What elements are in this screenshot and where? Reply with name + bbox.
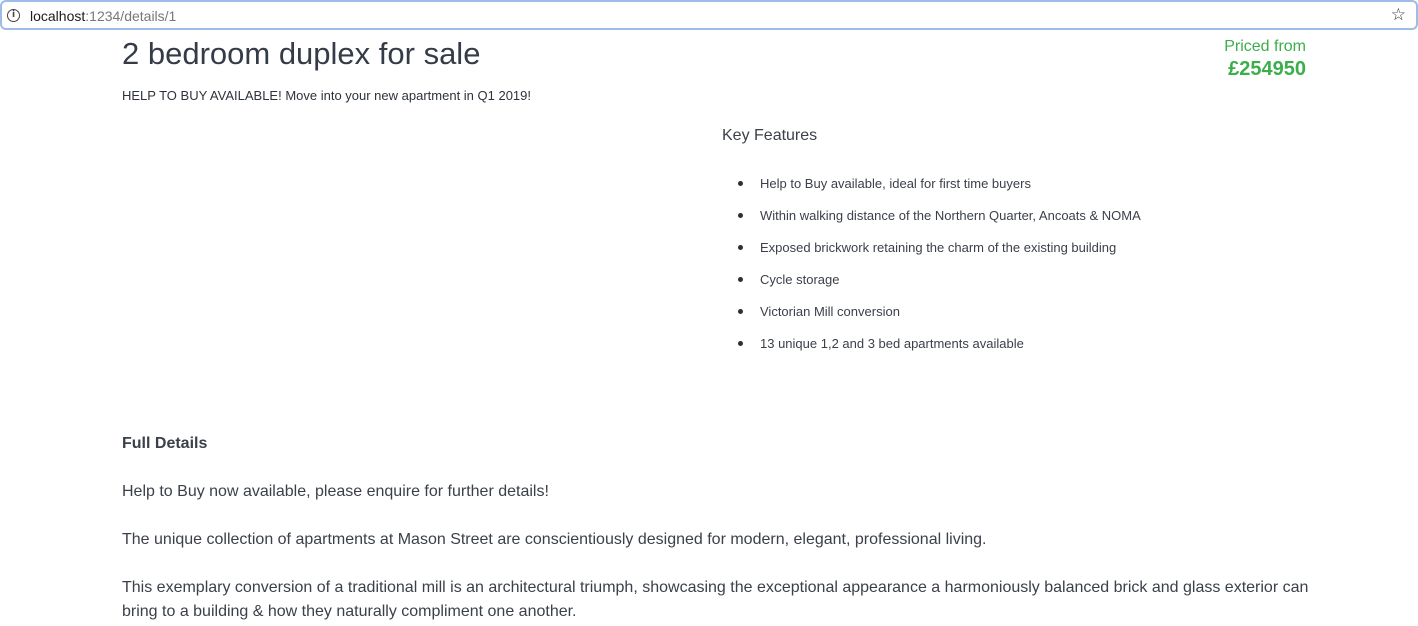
info-icon[interactable]: i	[7, 9, 20, 22]
feature-text: Cycle storage	[760, 272, 840, 287]
bullet-icon	[738, 341, 743, 346]
feature-text: Help to Buy available, ideal for first t…	[760, 176, 1031, 191]
key-features-heading: Key Features	[722, 127, 818, 144]
property-image	[122, 122, 692, 392]
listing-subtitle: HELP TO BUY AVAILABLE! Move into your ne…	[122, 88, 532, 103]
full-details-heading: Full Details	[122, 435, 208, 452]
url-path: :1234/details/1	[85, 8, 177, 24]
list-item: Exposed brickwork retaining the charm of…	[722, 239, 1141, 271]
price-label: Priced from	[1224, 38, 1306, 55]
feature-text: 13 unique 1,2 and 3 bed apartments avail…	[760, 336, 1024, 351]
details-paragraph: This exemplary conversion of a tradition…	[122, 579, 1309, 620]
price-value: £254950	[1228, 58, 1306, 80]
list-item: Within walking distance of the Northern …	[722, 207, 1141, 239]
bullet-icon	[738, 181, 743, 186]
list-item: Victorian Mill conversion	[722, 303, 1141, 335]
list-item: 13 unique 1,2 and 3 bed apartments avail…	[722, 335, 1141, 367]
list-item: Help to Buy available, ideal for first t…	[722, 175, 1141, 207]
bullet-icon	[738, 277, 743, 282]
address-bar[interactable]: i localhost:1234/details/1 ☆	[0, 0, 1418, 30]
url-field[interactable]: localhost:1234/details/1	[30, 8, 176, 24]
bullet-icon	[738, 245, 743, 250]
feature-text: Victorian Mill conversion	[760, 304, 900, 319]
url-host: localhost	[30, 8, 86, 24]
page-title: 2 bedroom duplex for sale	[122, 36, 481, 71]
details-paragraph: Help to Buy now available, please enquir…	[122, 483, 549, 500]
price-box: Priced from £254950	[1224, 38, 1306, 82]
feature-text: Within walking distance of the Northern …	[760, 208, 1141, 223]
details-paragraph: The unique collection of apartments at M…	[122, 531, 987, 548]
star-icon[interactable]: ☆	[1391, 6, 1406, 24]
key-features-list: Help to Buy available, ideal for first t…	[722, 175, 1141, 367]
feature-text: Exposed brickwork retaining the charm of…	[760, 240, 1117, 255]
bullet-icon	[738, 213, 743, 218]
list-item: Cycle storage	[722, 271, 1141, 303]
bullet-icon	[738, 309, 743, 314]
